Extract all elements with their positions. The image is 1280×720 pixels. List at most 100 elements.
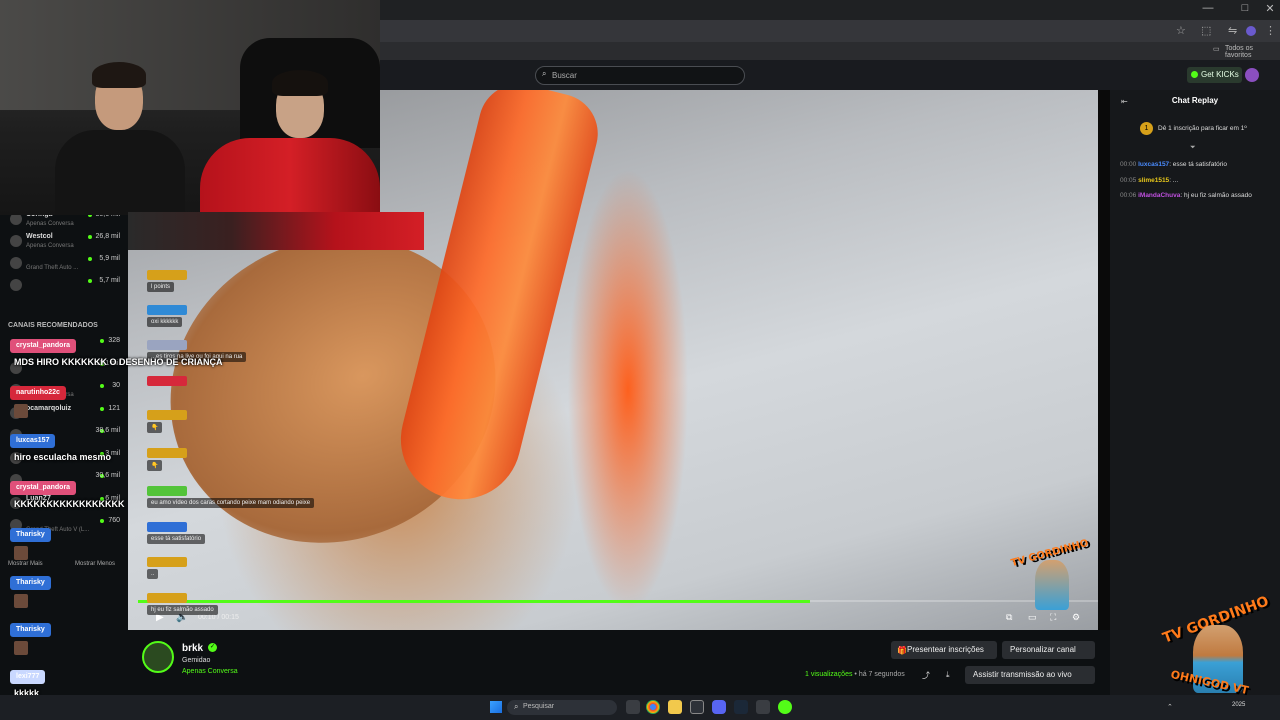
sidebar-channel-name[interactable]: ocamarqoluiz: [26, 405, 71, 412]
sidebar-channel-avatar[interactable]: [10, 279, 22, 291]
overlay-chat-emote: [14, 404, 28, 418]
overlay-chat-message: 👇: [147, 460, 163, 471]
theater-icon[interactable]: ▭: [1028, 612, 1037, 623]
site-header: [380, 60, 1280, 90]
overlay-chat-text: KKKKKKKKKKKKKKKKK: [14, 499, 125, 509]
fullscreen-icon[interactable]: ⛶: [1050, 612, 1056, 623]
taskbar-search[interactable]: Pesquisar: [507, 700, 617, 715]
share-icon[interactable]: ⤴: [922, 670, 930, 681]
search-input[interactable]: Buscar: [535, 66, 745, 85]
view-stats: 1 visualizações • há 7 segundos: [805, 671, 905, 678]
sidebar-viewer-count: 26,8 mil: [95, 233, 120, 240]
sidebar-viewer-count: 760: [108, 517, 120, 524]
sidebar-viewer-count: 121: [108, 404, 120, 412]
maximize-button[interactable]: □: [1237, 2, 1253, 14]
tray-chevron-icon[interactable]: ⌃: [1167, 703, 1173, 711]
overlay-chat-message: eu amo vídeo dos caras cortando peixe ma…: [147, 498, 315, 508]
settings-icon[interactable]: ⚙: [1072, 612, 1080, 623]
customize-channel-label: Personalizar canal: [1010, 645, 1076, 654]
sidebar-channel-category: Grand Theft Auto ...: [26, 265, 79, 271]
sidebar-viewer-count: 30,6 mil: [95, 472, 120, 479]
chat-message: 00:06 iMandaChuva: hj eu fiz salmão assa…: [1120, 191, 1275, 200]
overlay-chat-message: 👇: [147, 422, 163, 433]
show-more-link[interactable]: Mostrar Mais: [8, 561, 43, 567]
streamer-left-body: [55, 130, 185, 215]
overlay-chat-user-tag: [147, 557, 187, 567]
star-icon[interactable]: ☆: [1176, 24, 1186, 37]
webcam-overlay: [0, 0, 380, 215]
task-view-icon[interactable]: [626, 700, 640, 714]
streamer-right-body: [200, 138, 380, 215]
windows-start-icon[interactable]: [490, 701, 502, 713]
pip-icon[interactable]: ⧉: [1006, 612, 1012, 623]
channel-info-bar: [128, 630, 1110, 695]
chevron-down-icon[interactable]: ⏷: [1190, 144, 1196, 152]
webcam-secondary-strip: [128, 212, 424, 250]
overlay-chat-message: ..: [147, 569, 159, 579]
overlay-chat-user-tag: [147, 593, 187, 603]
all-favorites-link[interactable]: Todos os favoritos: [1225, 45, 1280, 59]
search-icon: ⌕: [542, 69, 547, 78]
sidebar-channel-avatar[interactable]: [10, 235, 22, 247]
channel-name[interactable]: brkk: [182, 643, 203, 654]
view-count: 1 visualizações: [805, 671, 853, 678]
sidebar-channel-name[interactable]: Westcol: [26, 233, 53, 240]
sidebar-channel-category: Apenas Conversa: [26, 221, 74, 227]
chat-text: : ...: [1169, 177, 1179, 184]
sidebar-channel-avatar[interactable]: [10, 257, 22, 269]
chat-text: : esse tá satisfatório: [1169, 161, 1227, 168]
file-explorer-icon[interactable]: [668, 700, 682, 714]
download-icon[interactable]: ⤓: [946, 670, 950, 680]
overlay-chat-text: MDS HIRO KKKKKKK O DESENHO DE CRIANÇA: [14, 357, 223, 367]
taskbar-date: 2025: [1232, 702, 1246, 708]
kick-app-icon[interactable]: [778, 700, 792, 714]
chat-message: 00:00 luxcas157: esse tá satisfatório: [1120, 160, 1275, 169]
watch-live-button[interactable]: Assistir transmissão ao vivo: [965, 666, 1095, 684]
verified-icon: ✓: [208, 643, 217, 652]
chat-replay-title: Chat Replay: [1171, 96, 1219, 105]
sidebar-viewer-count: 30: [112, 382, 120, 389]
kicks-icon: [1191, 71, 1198, 78]
os-taskbar: [0, 695, 1280, 720]
chat-username[interactable]: slime1515: [1138, 177, 1169, 184]
channel-avatar[interactable]: [142, 641, 174, 673]
playback-time: 00:10 / 00:15: [198, 614, 239, 621]
customize-channel-button[interactable]: Personalizar canal: [1002, 641, 1095, 659]
discord-icon[interactable]: [712, 700, 726, 714]
gift-subs-label: Presentear inscrições: [907, 645, 984, 654]
overlay-chat-text: hiro esculacha mesmo: [14, 452, 112, 462]
app-icon[interactable]: [690, 700, 704, 714]
sidebar-viewer-count: 5,9 mil: [99, 255, 120, 262]
pinned-message: Dê 1 inscrição para ficar em 1º: [1158, 125, 1247, 132]
overlay-chat-username: Tharisky: [10, 528, 51, 542]
chrome-icon[interactable]: [646, 700, 660, 714]
settings-app-icon[interactable]: [756, 700, 770, 714]
show-less-link[interactable]: Mostrar Menos: [75, 561, 115, 567]
folder-icon: ▭: [1213, 46, 1220, 53]
chat-timestamp: 00:05: [1120, 177, 1137, 184]
chat-message: 00:05 slime1515: ...: [1120, 176, 1275, 185]
extensions-icon[interactable]: ⬚: [1201, 24, 1211, 37]
close-window-button[interactable]: ✕: [1262, 2, 1278, 15]
gift-icon: 🎁: [897, 646, 907, 655]
overlay-chat-username: crystal_pandora: [10, 339, 77, 353]
profile-avatar[interactable]: [1246, 26, 1256, 36]
sidebar-icon[interactable]: ⇋: [1228, 24, 1237, 37]
overlay-chat-message: oxi kkkkkk: [147, 317, 183, 327]
subscription-badge-icon: 1: [1140, 122, 1153, 135]
user-avatar[interactable]: [1245, 68, 1259, 82]
streamer-right-hair: [272, 70, 328, 96]
progress-fill[interactable]: [138, 600, 810, 603]
overlay-chat-message: esse tá satisfatório: [147, 534, 206, 544]
overlay-chat-emote: [14, 594, 28, 608]
browser-menu-icon[interactable]: ⋮: [1265, 24, 1276, 37]
overlay-chat-username: crystal_pandora: [10, 481, 77, 495]
time-ago: há 7 segundos: [858, 671, 905, 678]
bookmarks-bar: [380, 42, 1280, 60]
stream-category[interactable]: Apenas Conversa: [182, 668, 238, 675]
overlay-chat-user-tag: [147, 340, 187, 350]
chat-username[interactable]: luxcas157: [1138, 161, 1169, 168]
steam-icon[interactable]: [734, 700, 748, 714]
minimize-button[interactable]: —: [1200, 2, 1216, 14]
chat-username[interactable]: iMandaChuva: [1138, 192, 1180, 199]
